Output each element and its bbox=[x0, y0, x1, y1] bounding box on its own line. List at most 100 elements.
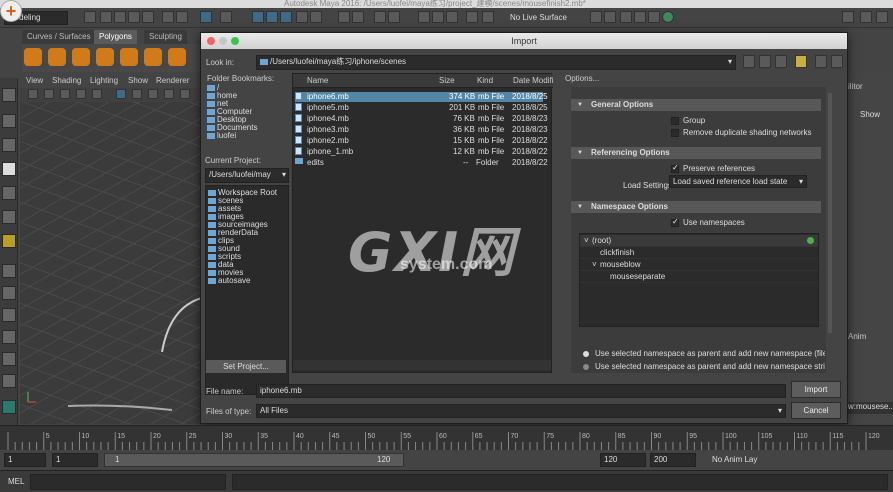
input-icon[interactable] bbox=[352, 11, 364, 23]
poly-cylinder-icon[interactable] bbox=[72, 48, 90, 66]
camera-select-icon[interactable] bbox=[28, 89, 38, 99]
move-tool-icon[interactable] bbox=[2, 162, 16, 176]
col-kind[interactable]: Kind bbox=[477, 76, 493, 85]
select-by-object-icon[interactable] bbox=[176, 11, 188, 23]
live-surface-icon[interactable] bbox=[482, 11, 494, 23]
preserve-references-checkbox[interactable] bbox=[671, 163, 679, 173]
script-editor-icon[interactable] bbox=[2, 400, 16, 414]
parent-dir-icon[interactable] bbox=[775, 55, 787, 68]
poly-torus-icon[interactable] bbox=[120, 48, 138, 66]
viewport-grid[interactable] bbox=[20, 102, 203, 424]
camera-icon[interactable] bbox=[590, 11, 602, 23]
vp-menu-lighting[interactable]: Lighting bbox=[90, 76, 118, 85]
shelf-tab-polygons[interactable]: Polygons bbox=[94, 30, 137, 44]
history-icon[interactable] bbox=[338, 11, 350, 23]
zoom-window-icon[interactable] bbox=[231, 37, 239, 45]
look-in-dropdown[interactable]: /Users/luofei/maya练习/iphone/scenes ▾ bbox=[256, 55, 736, 70]
project-dir-item[interactable]: autosave bbox=[208, 276, 250, 285]
render-icon[interactable] bbox=[388, 11, 400, 23]
poly-cube-icon[interactable] bbox=[48, 48, 66, 66]
shelf-tab-curves[interactable]: Curves / Surfaces bbox=[22, 30, 96, 44]
ns-row-root[interactable]: ˅ (root) bbox=[580, 235, 818, 247]
select-by-component-icon[interactable] bbox=[200, 11, 212, 23]
anim-layer-label[interactable]: No Anim Lay bbox=[712, 455, 757, 464]
col-name[interactable]: Name bbox=[307, 76, 328, 85]
select-tool-icon[interactable] bbox=[2, 88, 16, 102]
attribute-editor-icon[interactable] bbox=[860, 11, 872, 23]
shelf-tab-sculpting[interactable]: Sculpting bbox=[144, 30, 187, 44]
show-menu[interactable]: Show bbox=[860, 110, 880, 119]
file-row[interactable]: iphone_1.mb 12 KB mb File 2018/8/22 bbox=[295, 147, 548, 157]
resolution-gate-icon[interactable] bbox=[148, 89, 158, 99]
panel-layout-icon[interactable] bbox=[842, 11, 854, 23]
mel-input[interactable] bbox=[30, 474, 226, 490]
ns-row[interactable]: ˅ mouseblow bbox=[580, 259, 818, 271]
import-button[interactable]: Import bbox=[791, 381, 841, 398]
time-slider[interactable]: 5 10 15 20 25 30 35 40 45 50 55 60 65 70 75 80 85 90 95 100… bbox=[0, 425, 893, 450]
make-live-icon[interactable] bbox=[310, 11, 322, 23]
channel-box-icon[interactable] bbox=[876, 11, 888, 23]
camera-attrs-icon[interactable] bbox=[604, 11, 616, 23]
poly-disc-icon[interactable] bbox=[168, 48, 186, 66]
bookmark-item[interactable]: luofei bbox=[207, 131, 236, 140]
general-options-header[interactable]: General Options bbox=[571, 99, 821, 111]
layout-four-icon[interactable] bbox=[2, 286, 16, 300]
layout-two-icon[interactable] bbox=[2, 308, 16, 322]
namespace-radio-2[interactable] bbox=[583, 364, 589, 370]
lasso-tool-icon[interactable] bbox=[2, 114, 16, 128]
layout-hypershade-icon[interactable] bbox=[2, 374, 16, 388]
vp-menu-renderer[interactable]: Renderer bbox=[156, 76, 189, 85]
file-row[interactable]: iphone4.mb 76 KB mb File 2018/8/23 bbox=[295, 114, 548, 124]
snap-curve-icon[interactable] bbox=[266, 11, 278, 23]
wireframe-icon[interactable] bbox=[164, 89, 174, 99]
new-scene-icon[interactable] bbox=[84, 11, 96, 23]
anim-tab[interactable]: Anim bbox=[848, 332, 866, 341]
ns-row[interactable]: mouseseparate bbox=[580, 271, 818, 283]
file-row[interactable]: iphone5.mb 201 KB mb File 2018/8/25 bbox=[295, 103, 548, 113]
scale-tool-icon[interactable] bbox=[2, 210, 16, 224]
playback-start-field[interactable]: 1 bbox=[52, 453, 98, 467]
grid-vp-icon[interactable] bbox=[116, 89, 126, 99]
snap-view-icon[interactable] bbox=[296, 11, 308, 23]
viewport-panel[interactable]: View Shading Lighting Show Renderer bbox=[20, 74, 203, 424]
hypershade-icon[interactable] bbox=[466, 11, 478, 23]
load-settings-dropdown[interactable]: Load saved reference load state ▾ bbox=[669, 175, 807, 188]
remove-duplicate-checkbox[interactable] bbox=[671, 129, 679, 137]
poly-sphere-icon[interactable] bbox=[24, 48, 42, 66]
playback-end-field[interactable]: 120 bbox=[600, 453, 646, 467]
options-vscrollbar[interactable] bbox=[828, 93, 832, 333]
undo-icon[interactable] bbox=[128, 11, 140, 23]
smooth-shade-icon[interactable] bbox=[180, 89, 190, 99]
paint-select-icon[interactable] bbox=[2, 138, 16, 152]
referencing-options-header[interactable]: Referencing Options bbox=[571, 147, 821, 159]
back-icon[interactable] bbox=[743, 55, 755, 68]
magnet-icon[interactable] bbox=[220, 11, 232, 23]
save-scene-icon[interactable] bbox=[114, 11, 126, 23]
add-icon[interactable]: + bbox=[0, 0, 22, 22]
vp-menu-show[interactable]: Show bbox=[128, 76, 148, 85]
namespace-options-header[interactable]: Namespace Options bbox=[571, 201, 821, 213]
cancel-button[interactable]: Cancel bbox=[791, 402, 841, 419]
file-row[interactable]: iphone6.mb 374 KB mb File 2018/8/25 bbox=[295, 92, 548, 102]
ipr-render-icon[interactable] bbox=[432, 11, 444, 23]
list-view-icon[interactable] bbox=[815, 55, 827, 68]
layout-single-icon[interactable] bbox=[2, 264, 16, 278]
poly-cone-icon[interactable] bbox=[96, 48, 114, 66]
film-gate-icon[interactable] bbox=[132, 89, 142, 99]
current-project-dropdown[interactable]: /Users/luofei/may ▾ bbox=[205, 168, 289, 183]
file-list-hscrollbar[interactable] bbox=[293, 360, 551, 370]
namespace-radio-1[interactable] bbox=[583, 351, 589, 357]
lock-icon[interactable] bbox=[374, 11, 386, 23]
files-of-type-dropdown[interactable]: All Files ▾ bbox=[256, 404, 786, 418]
image-plane-icon[interactable] bbox=[634, 11, 646, 23]
render-frame-icon[interactable] bbox=[418, 11, 430, 23]
group-checkbox[interactable] bbox=[671, 117, 679, 125]
file-row[interactable]: iphone2.mb 15 KB mb File 2018/8/22 bbox=[295, 136, 548, 146]
file-row[interactable]: iphone3.mb 36 KB mb File 2018/8/23 bbox=[295, 125, 548, 135]
use-namespaces-checkbox[interactable] bbox=[671, 217, 679, 227]
snap-grid-icon[interactable] bbox=[252, 11, 264, 23]
grid-toggle-icon[interactable] bbox=[648, 11, 660, 23]
forward-icon[interactable] bbox=[759, 55, 771, 68]
end-time-field[interactable]: 200 bbox=[650, 453, 696, 467]
bookmarks-icon[interactable] bbox=[60, 89, 70, 99]
